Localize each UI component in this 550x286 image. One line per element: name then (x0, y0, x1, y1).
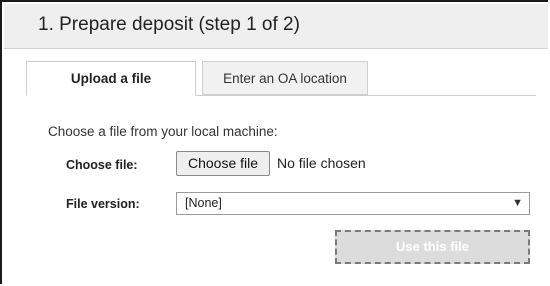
dropdown-arrow-icon: ▼ (512, 197, 523, 209)
page-title: 1. Prepare deposit (step 1 of 2) (38, 14, 300, 35)
deposit-panel: 1. Prepare deposit (step 1 of 2) Upload … (0, 0, 548, 284)
tab-oa-location[interactable]: Enter an OA location (202, 61, 368, 95)
tab-upload-file[interactable]: Upload a file (26, 61, 196, 96)
file-version-label: File version: (66, 197, 140, 211)
tab-bar: Upload a file Enter an OA location (26, 61, 536, 96)
file-version-select[interactable]: [None] ▼ (176, 192, 530, 215)
choose-file-button[interactable]: Choose file (176, 151, 270, 176)
no-file-chosen-text: No file chosen (277, 155, 366, 171)
file-version-value: [None] (185, 196, 222, 210)
upload-tab-content: Choose a file from your local machine: C… (26, 96, 536, 284)
upload-instruction: Choose a file from your local machine: (48, 124, 278, 139)
panel-header: 1. Prepare deposit (step 1 of 2) (4, 4, 548, 49)
choose-file-label: Choose file: (66, 158, 138, 172)
use-this-file-button[interactable]: Use this file (335, 230, 530, 264)
